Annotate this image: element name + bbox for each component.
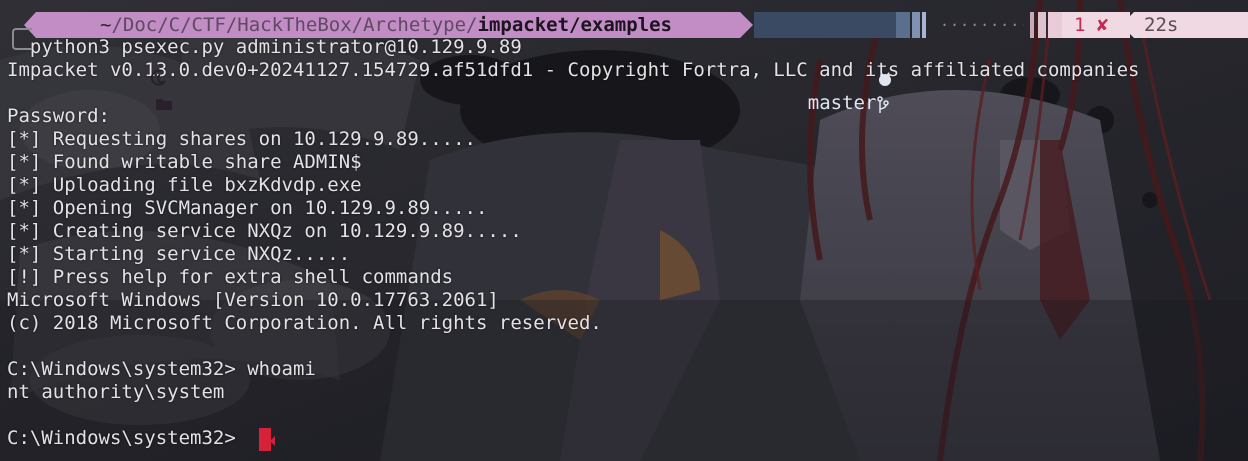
debian-icon <box>82 42 167 86</box>
github-icon <box>808 43 892 86</box>
terminal-line: [*] Starting service NXQz..... <box>7 243 351 265</box>
path-segment: ~/Doc/C/CTF/HackTheBox/Archetype/impacke… <box>100 12 753 38</box>
git-segment-tail <box>896 12 932 38</box>
terminal-line: [*] Uploading file bxzKdvdp.exe <box>7 174 362 196</box>
git-branch-icon <box>808 69 890 113</box>
exit-code: 1 <box>1074 14 1086 36</box>
status-segment-head <box>1026 12 1062 38</box>
terminal-line: [*] Opening SVCManager on 10.129.9.89...… <box>7 197 488 219</box>
prompt-continuation-marker <box>12 28 32 50</box>
os-segment <box>24 12 173 110</box>
duration: 22s <box>1144 14 1179 36</box>
terminal-line: [*] Requesting shares on 10.129.9.89....… <box>7 128 476 150</box>
error-icon: ✘ <box>1096 14 1109 36</box>
terminal-line: Impacket v0.13.0.dev0+20241127.154729.af… <box>7 59 1140 81</box>
terminal-input-line[interactable]: C:\Windows\system32> <box>7 427 247 450</box>
folder-icon <box>86 68 173 110</box>
terminal-output[interactable]: python3 psexec.py administrator@10.129.9… <box>0 0 1248 461</box>
prompt-bar: ~/Doc/C/CTF/HackTheBox/Archetype/impacke… <box>0 12 1248 114</box>
terminal-cursor <box>259 428 275 451</box>
terminal-line: C:\Windows\system32> whoami <box>7 358 316 380</box>
git-segment: master <box>754 12 896 114</box>
terminal-line: [*] Creating service NXQz on 10.129.9.89… <box>7 220 522 242</box>
terminal-line: (c) 2018 Microsoft Corporation. All righ… <box>7 312 602 334</box>
terminal-line: Microsoft Windows [Version 10.0.17763.20… <box>7 289 499 311</box>
prompt-filler: ··················· <box>940 16 1024 34</box>
path-current: impacket/examples <box>477 14 672 36</box>
exit-status-segment: 1 ✘ <box>1062 12 1130 38</box>
terminal-line: [*] Found writable share ADMIN$ <box>7 151 362 173</box>
terminal-line: nt authority\system <box>7 381 225 403</box>
git-branch-name: master <box>807 92 877 114</box>
duration-segment: 22s <box>1121 12 1248 38</box>
terminal-line: [!] Press help for extra shell commands <box>7 266 454 288</box>
path-parent: /Doc/C/CTF/HackTheBox/Archetype/ <box>111 14 478 36</box>
path-home: ~ <box>100 14 112 36</box>
hourglass-icon <box>1196 43 1212 61</box>
